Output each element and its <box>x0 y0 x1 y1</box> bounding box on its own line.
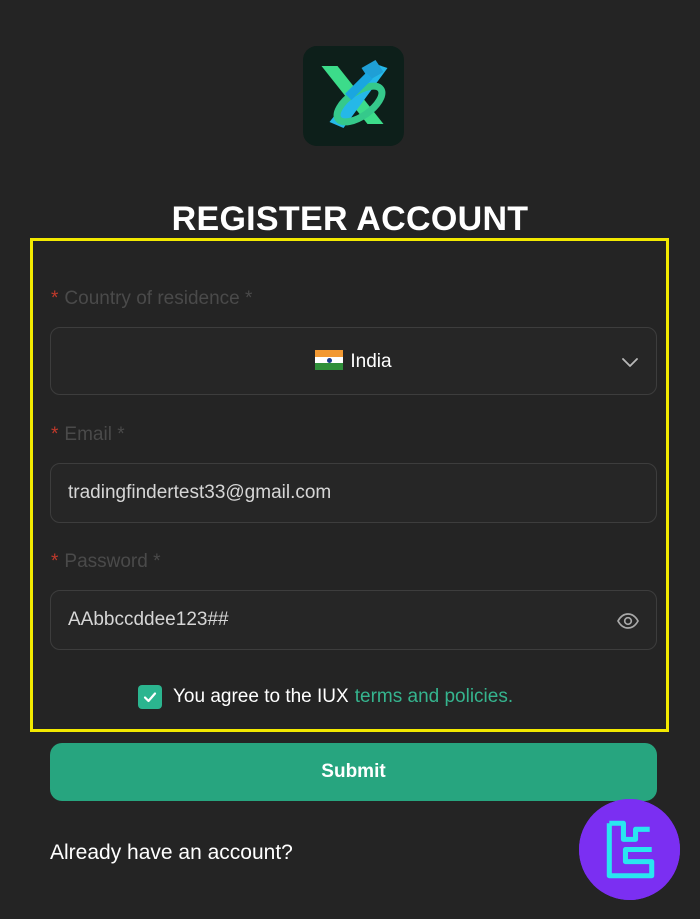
watermark-logo-icon <box>579 799 680 900</box>
check-icon <box>143 692 157 703</box>
email-value: tradingfindertest33@gmail.com <box>68 482 332 503</box>
india-flag-icon <box>315 350 344 370</box>
terms-link[interactable]: terms and policies. <box>355 686 513 708</box>
password-field[interactable]: AAbbccddee123## <box>50 590 657 650</box>
required-mark: * <box>51 551 59 572</box>
submit-button[interactable]: Submit <box>50 743 657 801</box>
app-logo-icon <box>303 46 404 146</box>
eye-icon[interactable] <box>616 609 640 633</box>
required-mark: * <box>51 288 59 309</box>
country-label-text: Country of residence * <box>64 288 253 309</box>
page-title: REGISTER ACCOUNT <box>171 200 529 238</box>
chevron-down-icon[interactable] <box>620 352 640 372</box>
password-value: AAbbccddee123## <box>68 609 229 630</box>
password-label-text: Password * <box>64 551 161 572</box>
email-field[interactable]: tradingfindertest33@gmail.com <box>50 463 657 523</box>
agree-checkbox[interactable] <box>138 685 162 709</box>
country-label: * Country of residence * <box>51 288 252 310</box>
country-select[interactable]: India <box>50 327 657 395</box>
country-selected: India <box>51 328 656 396</box>
agreement-row: You agree to the IUX terms and policies. <box>138 683 513 711</box>
password-label: * Password * <box>51 551 161 573</box>
agree-text: You agree to the IUX <box>173 686 349 707</box>
email-label: * Email * <box>51 424 125 446</box>
country-value: India <box>350 351 392 372</box>
email-label-text: Email * <box>64 424 125 445</box>
required-mark: * <box>51 424 59 445</box>
already-have-account-text: Already have an account? <box>50 841 293 864</box>
